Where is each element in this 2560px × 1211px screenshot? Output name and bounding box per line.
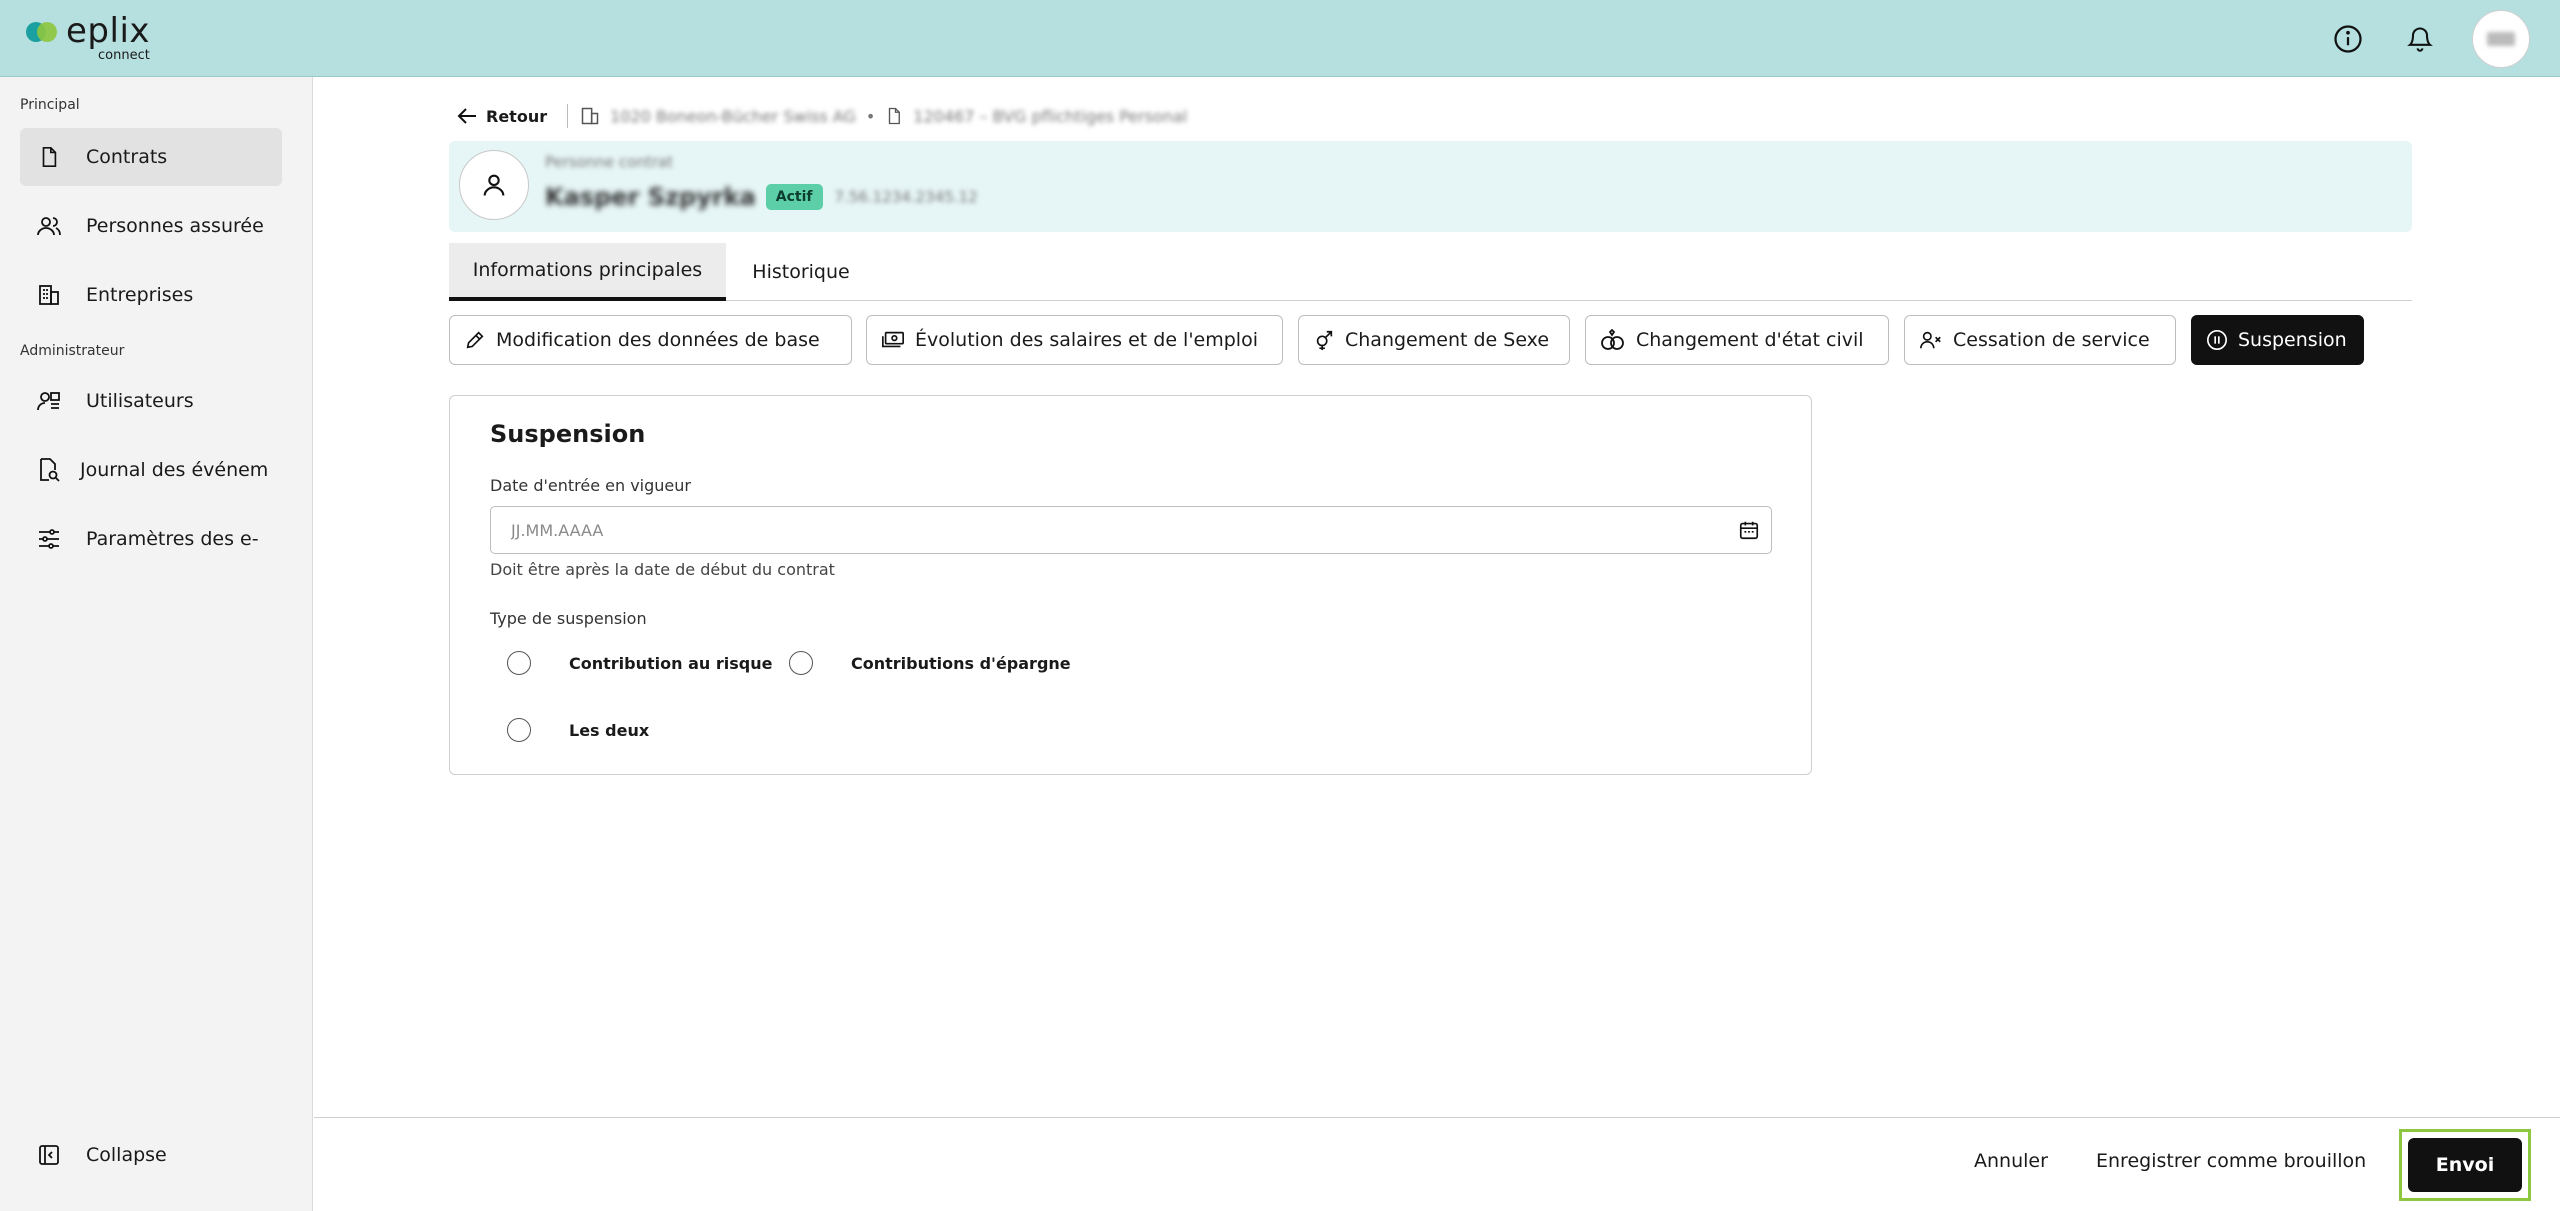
radio-label: Contribution au risque — [569, 653, 773, 673]
form-title: Suspension — [490, 420, 646, 448]
breadcrumb-contract[interactable]: 120467 – BVG pflichtiges Personal — [913, 107, 1187, 126]
sidebar-item-label: Contrats — [86, 146, 168, 168]
collapse-icon — [36, 1142, 62, 1168]
button-label: Cessation de service — [1953, 329, 2150, 351]
info-icon[interactable] — [2328, 19, 2368, 59]
sidebar-item-label: Personnes assurée — [86, 215, 264, 237]
sidebar-item-journal[interactable]: Journal des événem — [20, 441, 282, 499]
users-icon — [36, 213, 62, 239]
cancel-button[interactable]: Annuler — [1974, 1150, 2048, 1172]
collapse-button[interactable]: Collapse — [20, 1126, 282, 1184]
type-label: Type de suspension — [490, 609, 647, 628]
radio-contribution-risque[interactable]: Contribution au risque — [507, 651, 772, 675]
radio-circle[interactable] — [507, 718, 531, 742]
building-icon — [36, 282, 62, 308]
form-footer: Annuler Enregistrer comme brouillon Envo… — [314, 1117, 2560, 1211]
radio-label: Les deux — [569, 720, 650, 740]
bell-icon[interactable] — [2400, 19, 2440, 59]
sidebar: Principal Contrats Personnes assurée Ent… — [0, 77, 313, 1211]
radio-les-deux[interactable]: Les deux — [507, 718, 649, 742]
breadcrumb: Retour 1020 Boneon-Bücher Swiss AG • 120… — [456, 101, 1187, 131]
document-search-icon — [36, 457, 62, 483]
cessation-service-button[interactable]: Cessation de service — [1904, 315, 2176, 365]
money-icon — [881, 329, 905, 351]
document-icon — [36, 144, 62, 170]
changement-sexe-button[interactable]: Changement de Sexe — [1298, 315, 1570, 365]
calendar-icon[interactable] — [1738, 519, 1760, 541]
button-label: Changement d'état civil — [1636, 329, 1864, 351]
tabs: Informations principales Historique — [449, 243, 2412, 301]
tab-informations-principales[interactable]: Informations principales — [449, 243, 726, 301]
pause-icon — [2206, 329, 2228, 351]
send-button[interactable]: Envoi — [2408, 1138, 2522, 1192]
arrow-left-icon — [457, 108, 476, 124]
building-icon — [580, 106, 600, 126]
sidebar-item-label: Entreprises — [86, 284, 194, 306]
radio-contributions-epargne[interactable]: Contributions d'épargne — [789, 651, 1071, 675]
date-hint: Doit être après la date de début du cont… — [490, 560, 835, 579]
suspension-form: Suspension Date d'entrée en vigueur Doit… — [449, 395, 1812, 775]
logo-word: eplix — [66, 11, 151, 51]
date-label: Date d'entrée en vigueur — [490, 476, 691, 495]
suspension-button[interactable]: Suspension — [2191, 315, 2364, 365]
sidebar-section-admin: Administrateur — [20, 343, 125, 359]
save-draft-button[interactable]: Enregistrer comme brouillon — [2096, 1150, 2366, 1172]
breadcrumb-company[interactable]: 1020 Boneon-Bücher Swiss AG — [610, 107, 856, 126]
changement-etat-civil-button[interactable]: Changement d'état civil — [1585, 315, 1889, 365]
sidebar-item-contrats[interactable]: Contrats — [20, 128, 282, 186]
document-icon — [885, 106, 903, 126]
top-bar: eplix connect — [0, 0, 2560, 77]
button-label: Suspension — [2238, 329, 2347, 351]
date-input[interactable] — [490, 506, 1772, 554]
back-link[interactable]: Retour — [456, 106, 547, 126]
user-avatar[interactable] — [2472, 9, 2530, 68]
person-subtitle: Personne contrat — [545, 153, 673, 171]
logo-sub: connect — [98, 48, 150, 63]
sidebar-item-parametres[interactable]: Paramètres des e- — [20, 510, 282, 568]
gender-icon — [1313, 328, 1335, 352]
collapse-label: Collapse — [86, 1144, 167, 1166]
button-label: Évolution des salaires et de l'emploi — [915, 329, 1258, 351]
logo-mark-icon — [26, 19, 58, 43]
button-label: Changement de Sexe — [1345, 329, 1550, 351]
sidebar-item-utilisateurs[interactable]: Utilisateurs — [20, 372, 282, 430]
pencil-icon — [464, 329, 486, 351]
radio-circle[interactable] — [789, 651, 813, 675]
person-ssn: 7.56.1234.2345.12 — [834, 188, 978, 206]
sidebar-item-entreprises[interactable]: Entreprises — [20, 266, 282, 324]
button-label: Modification des données de base — [496, 329, 820, 351]
main-content: Retour 1020 Boneon-Bücher Swiss AG • 120… — [314, 77, 2560, 1211]
user-admin-icon — [36, 388, 62, 414]
logo[interactable]: eplix connect — [26, 14, 150, 62]
sidebar-item-label: Utilisateurs — [86, 390, 194, 412]
tab-historique[interactable]: Historique — [726, 243, 876, 301]
back-label: Retour — [486, 106, 548, 126]
sidebar-section-principal: Principal — [20, 97, 80, 113]
modification-donnees-button[interactable]: Modification des données de base — [449, 315, 852, 365]
sidebar-item-label: Journal des événem — [80, 459, 269, 481]
person-card: Personne contrat Kasper Szpyrka Actif 7.… — [449, 141, 2412, 232]
user-remove-icon — [1919, 329, 1943, 351]
evolution-salaires-button[interactable]: Évolution des salaires et de l'emploi — [866, 315, 1283, 365]
person-name: Kasper Szpyrka — [545, 183, 756, 211]
sidebar-item-personnes[interactable]: Personnes assurée — [20, 197, 282, 255]
rings-icon — [1600, 329, 1626, 351]
radio-label: Contributions d'épargne — [851, 653, 1071, 673]
sliders-icon — [36, 526, 62, 552]
status-badge: Actif — [765, 184, 823, 210]
radio-circle[interactable] — [507, 651, 531, 675]
person-icon — [459, 150, 529, 220]
sidebar-item-label: Paramètres des e- — [86, 528, 259, 550]
